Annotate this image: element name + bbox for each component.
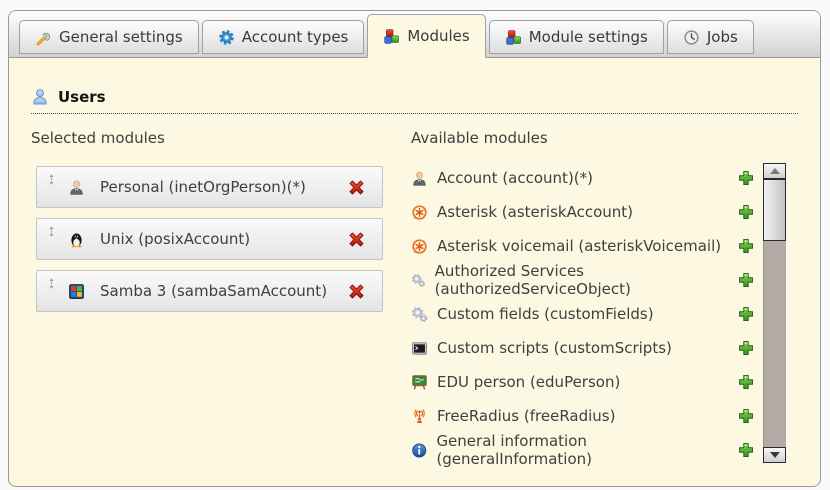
available-module-row: Account (account)(*) xyxy=(411,161,759,195)
gears-icon xyxy=(411,306,428,323)
scrollbar-thumb[interactable] xyxy=(763,179,786,241)
add-plus-icon xyxy=(737,271,755,289)
module-name: General information (generalInformation) xyxy=(436,432,737,468)
asterisk-icon xyxy=(411,238,428,255)
module-name: Custom fields (customFields) xyxy=(437,305,654,323)
users-section-header: Users xyxy=(31,88,798,114)
tab-module-settings[interactable]: Module settings xyxy=(489,20,664,54)
info-icon xyxy=(411,442,427,459)
selected-modules-list: Personal (inetOrgPerson)(*) Unix (posixA… xyxy=(36,166,383,312)
add-plus-icon xyxy=(737,407,755,425)
drag-handle-icon[interactable] xyxy=(45,172,58,187)
add-plus-icon xyxy=(737,169,755,187)
scroll-up-icon xyxy=(770,168,780,174)
module-name: FreeRadius (freeRadius) xyxy=(437,407,615,425)
delete-x-icon xyxy=(346,281,367,302)
delete-x-icon xyxy=(346,177,367,198)
module-name: Account (account)(*) xyxy=(437,169,593,187)
module-name: Asterisk voicemail (asteriskVoicemail) xyxy=(437,237,721,255)
clock-icon xyxy=(683,29,700,46)
wrench-icon xyxy=(35,29,52,46)
delete-x-icon xyxy=(346,229,367,250)
section-title: Users xyxy=(58,88,106,106)
available-module-row: Custom fields (customFields) xyxy=(411,297,759,331)
add-module-button[interactable] xyxy=(737,339,755,357)
module-name: Asterisk (asteriskAccount) xyxy=(437,203,633,221)
module-name: Personal (inetOrgPerson)(*) xyxy=(100,178,306,196)
selected-module-row[interactable]: Personal (inetOrgPerson)(*) xyxy=(36,166,383,208)
add-module-button[interactable] xyxy=(737,237,755,255)
businessman-icon xyxy=(411,170,428,187)
add-plus-icon xyxy=(737,441,755,459)
selected-module-row[interactable]: Unix (posixAccount) xyxy=(36,218,383,260)
scroll-down-icon xyxy=(770,452,780,458)
add-module-button[interactable] xyxy=(737,169,755,187)
add-module-button[interactable] xyxy=(737,305,755,323)
radio-icon xyxy=(411,408,428,425)
module-name: EDU person (eduPerson) xyxy=(437,373,620,391)
tab-modules[interactable]: Modules xyxy=(367,14,485,58)
add-module-button[interactable] xyxy=(737,373,755,391)
available-module-row: Asterisk voicemail (asteriskVoicemail) xyxy=(411,229,759,263)
remove-module-button[interactable] xyxy=(346,177,367,198)
tab-general-settings[interactable]: General settings xyxy=(19,20,199,54)
modules-icon xyxy=(383,28,400,45)
add-plus-icon xyxy=(737,373,755,391)
gear-icon xyxy=(218,29,235,46)
user-blue-icon xyxy=(31,88,49,106)
tab-bar: General settings Account types Modules M… xyxy=(9,11,820,58)
available-modules-label: Available modules xyxy=(411,129,759,147)
tux-icon xyxy=(68,231,85,248)
module-name: Authorized Services (authorizedServiceOb… xyxy=(435,262,737,298)
available-module-row: Authorized Services (authorizedServiceOb… xyxy=(411,263,759,297)
remove-module-button[interactable] xyxy=(346,281,367,302)
add-module-button[interactable] xyxy=(737,203,755,221)
chalkboard-icon xyxy=(411,374,428,391)
scrollbar-up-button[interactable] xyxy=(763,163,786,179)
modules-tab-content: Users Selected modules Personal (inetOrg… xyxy=(9,58,820,486)
drag-handle-icon[interactable] xyxy=(45,276,58,291)
available-module-row: Custom scripts (customScripts) xyxy=(411,331,759,365)
remove-module-button[interactable] xyxy=(346,229,367,250)
tab-jobs[interactable]: Jobs xyxy=(667,20,754,54)
add-plus-icon xyxy=(737,339,755,357)
add-module-button[interactable] xyxy=(737,441,755,459)
add-module-button[interactable] xyxy=(737,271,755,289)
module-name: Samba 3 (sambaSamAccount) xyxy=(100,282,327,300)
modules-icon xyxy=(505,29,522,46)
available-module-row: General information (generalInformation) xyxy=(411,433,759,467)
available-modules-list: Account (account)(*) Asterisk (asteriskA… xyxy=(411,161,759,467)
scrollbar-down-button[interactable] xyxy=(763,447,786,463)
drag-handle-icon[interactable] xyxy=(45,224,58,239)
add-plus-icon xyxy=(737,305,755,323)
available-module-row: EDU person (eduPerson) xyxy=(411,365,759,399)
businessman-icon xyxy=(68,179,85,196)
scrollbar-track[interactable] xyxy=(763,179,786,447)
asterisk-icon xyxy=(411,204,428,221)
tab-account-types[interactable]: Account types xyxy=(202,20,365,54)
module-name: Custom scripts (customScripts) xyxy=(437,339,672,357)
module-name: Unix (posixAccount) xyxy=(100,230,250,248)
add-plus-icon xyxy=(737,203,755,221)
terminal-icon xyxy=(411,340,428,357)
add-plus-icon xyxy=(737,237,755,255)
gears-icon xyxy=(411,272,426,289)
available-modules-column: Available modules Account (account)(*) A… xyxy=(411,129,759,467)
available-module-row: FreeRadius (freeRadius) xyxy=(411,399,759,433)
selected-module-row[interactable]: Samba 3 (sambaSamAccount) xyxy=(36,270,383,312)
available-modules-scrollbar[interactable] xyxy=(763,163,786,463)
add-module-button[interactable] xyxy=(737,407,755,425)
windows-icon xyxy=(68,283,85,300)
available-module-row: Asterisk (asteriskAccount) xyxy=(411,195,759,229)
configuration-panel: Users Selected modules Personal (inetOrg… xyxy=(8,10,821,487)
